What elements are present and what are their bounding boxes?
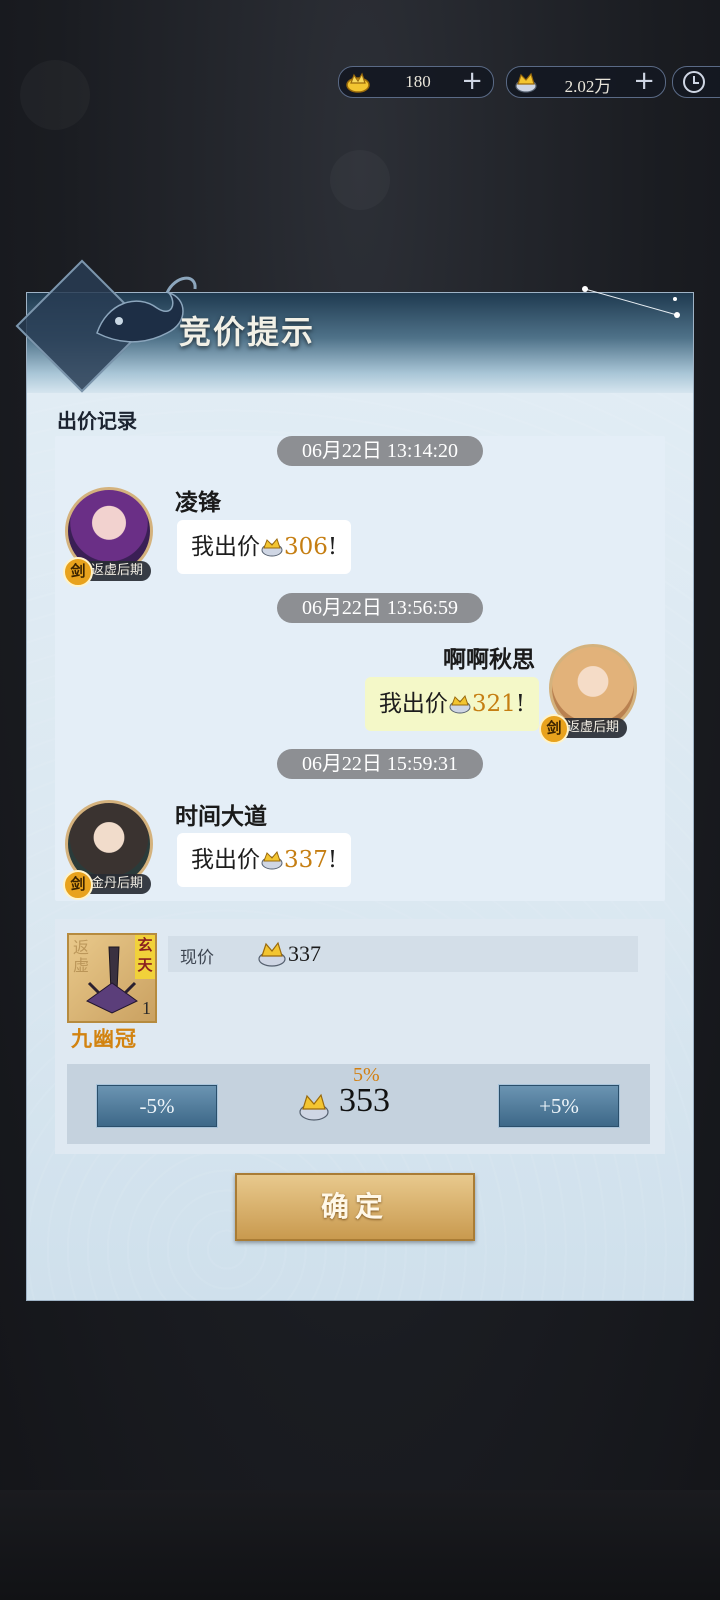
bid-prefix: 我出价 [191, 847, 260, 873]
constellation-decoration [582, 286, 680, 318]
item-icon[interactable]: 返虚 玄天 1 [67, 933, 157, 1023]
bid-value: 353 [339, 1082, 390, 1119]
clock-button[interactable] [672, 66, 720, 98]
add-secondary-currency-button[interactable]: + [633, 67, 655, 95]
secondary-currency-value: 2.02万 [564, 77, 612, 96]
bid-suffix: ! [327, 847, 338, 873]
add-primary-currency-button[interactable]: + [461, 67, 483, 95]
bid-prefix: 我出价 [191, 534, 260, 560]
bid-dialog: 竞价提示 出价记录 06月22日 13:14:20 剑 返虚后期 凌锋 我出价 3… [15, 259, 693, 1300]
current-price-value: 337 [288, 941, 321, 966]
player-name: 啊啊秋思 [443, 646, 535, 673]
bid-bubble: 我出价 306! [177, 520, 352, 574]
sword-sect-icon: 剑 [63, 870, 93, 900]
coin-pouch-icon [515, 72, 537, 93]
background-emblem [20, 60, 90, 130]
gold-ingot-icon [346, 72, 370, 93]
sword-sect-icon: 剑 [63, 557, 93, 587]
player-name: 时间大道 [175, 803, 267, 830]
coin-icon [258, 941, 286, 967]
rank-label: 金丹后期 [91, 876, 144, 891]
rank-tag: 剑 返虚后期 [539, 714, 628, 744]
bid-item-panel: 返虚 玄天 1 九幽冠 现价 337 -5% 5% 353 +5% [55, 919, 665, 1154]
bid-suffix: ! [515, 691, 525, 717]
coin-icon [261, 850, 283, 870]
current-price-label: 现价 [180, 948, 214, 968]
bid-amount: 306 [284, 534, 328, 560]
bid-bubble: 我出价 321! [364, 677, 539, 731]
rank-tag: 剑 返虚后期 [63, 557, 152, 587]
bid-bubble: 我出价 337! [177, 833, 352, 887]
primary-currency: 180 + [338, 66, 494, 98]
bid-timestamp: 06月22日 13:14:20 [277, 436, 483, 466]
clock-icon [683, 71, 705, 93]
rank-label: 返虚后期 [91, 563, 144, 578]
item-count: 1 [142, 998, 151, 1018]
bid-adjust-row: -5% 5% 353 +5% [67, 1064, 650, 1144]
coin-icon [449, 694, 471, 714]
primary-currency-value: 180 [405, 72, 431, 91]
confirm-button[interactable]: 确定 [235, 1173, 475, 1241]
bid-amount: 337 [284, 847, 328, 873]
background-ornament [330, 150, 390, 210]
current-price-row: 现价 337 [168, 936, 638, 972]
player-name: 凌锋 [175, 489, 221, 516]
bid-prefix: 我出价 [378, 691, 448, 717]
bid-history-label: 出价记录 [57, 409, 137, 433]
sword-sect-icon: 剑 [539, 714, 569, 744]
dialog-title: 竞价提示 [179, 313, 316, 351]
bid-timestamp: 06月22日 15:59:31 [277, 749, 483, 779]
bid-amount: 321 [471, 691, 516, 717]
increase-bid-button[interactable]: +5% [498, 1084, 620, 1128]
item-name: 九幽冠 [71, 1026, 137, 1051]
bid-history-list[interactable]: 06月22日 13:14:20 剑 返虚后期 凌锋 我出价 306! 06月22日… [55, 436, 665, 901]
rank-label: 返虚后期 [567, 720, 620, 735]
secondary-currency: 2.02万 + [506, 66, 666, 98]
bid-suffix: ! [327, 534, 338, 560]
item-grade-badge: 玄天 [135, 935, 155, 979]
coin-icon [261, 537, 283, 557]
bottom-nav-bar [0, 1490, 720, 1600]
decrease-bid-button[interactable]: -5% [96, 1084, 218, 1128]
rank-tag: 剑 金丹后期 [63, 870, 152, 900]
bid-timestamp: 06月22日 13:56:59 [277, 593, 483, 623]
coin-icon [299, 1093, 329, 1121]
